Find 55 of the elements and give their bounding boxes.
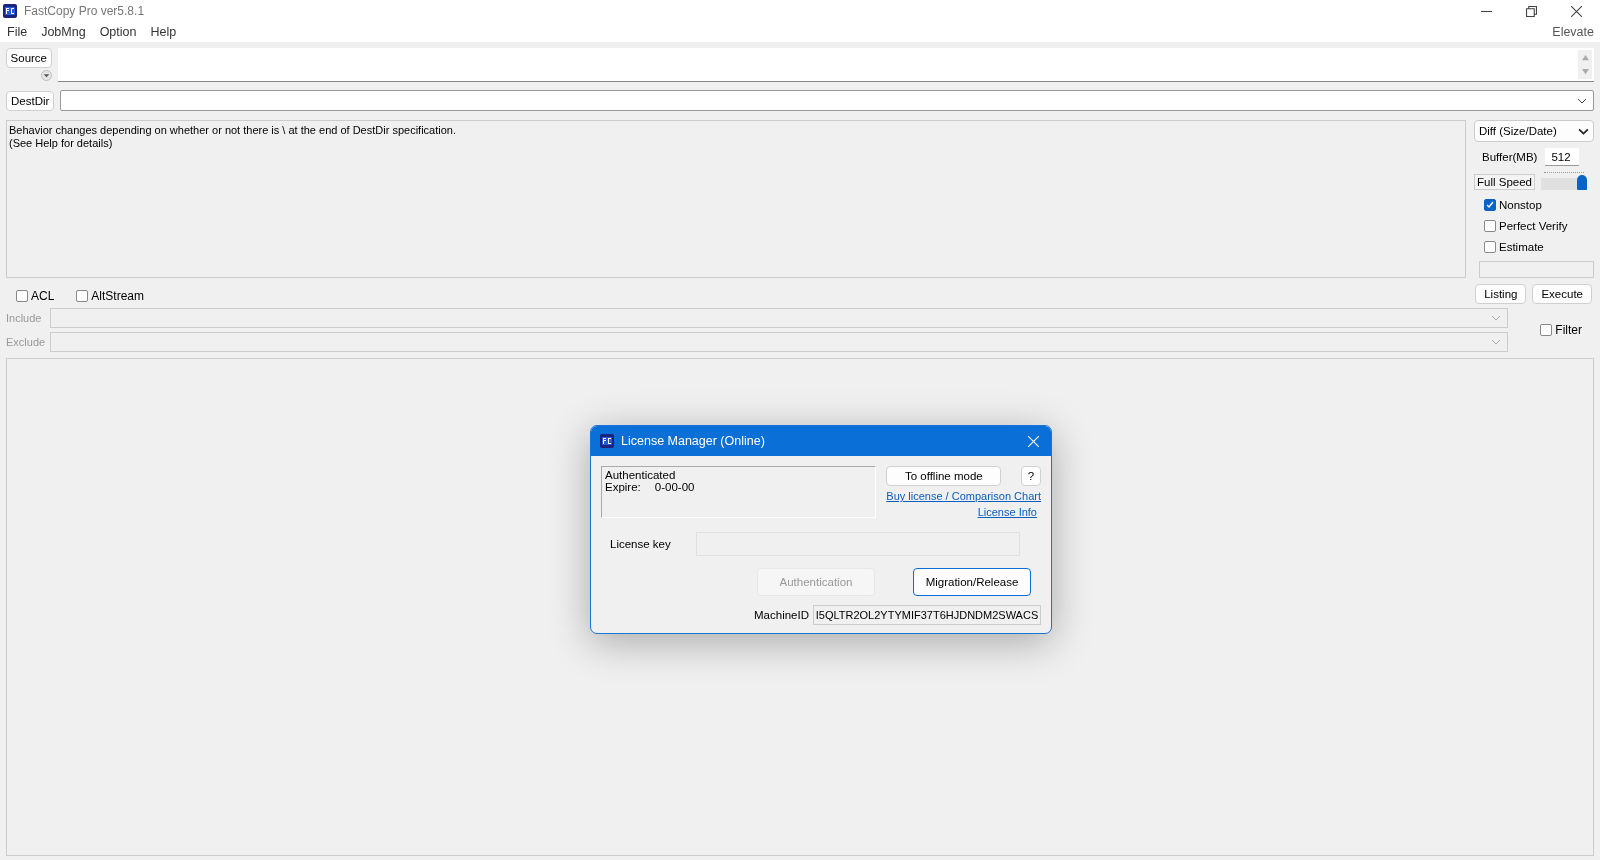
checkbox-label: Perfect Verify	[1499, 220, 1568, 233]
menu-item[interactable]: Option	[99, 25, 137, 39]
filter-label: Exclude	[6, 336, 44, 348]
source-field[interactable]	[58, 48, 1594, 82]
chevron-down-icon	[1578, 127, 1589, 135]
message-text: (See Help for details)	[9, 137, 114, 150]
checkbox[interactable]	[76, 290, 89, 302]
close-icon[interactable]	[1571, 5, 1582, 17]
dialog-button[interactable]: Migration/Release	[913, 568, 1031, 596]
buffer-field[interactable]: 512	[1545, 148, 1580, 167]
restore-icon[interactable]	[1526, 5, 1537, 17]
machine-id-field: I5QLTR2OL2YTYMIF37T6HJDNDM2SWACS	[813, 605, 1041, 625]
menu-item[interactable]: Help	[150, 25, 177, 39]
elevate-menu-item[interactable]: Elevate	[1552, 25, 1594, 39]
dropdown-icon[interactable]	[41, 70, 52, 81]
checkbox[interactable]	[1484, 199, 1496, 212]
checkbox[interactable]	[1540, 324, 1553, 336]
speed-label: Full Speed	[1474, 174, 1535, 191]
destdir-field[interactable]	[60, 90, 1594, 111]
checkbox-label: Filter	[1555, 323, 1582, 337]
chevron-down-icon	[1491, 315, 1502, 321]
app-logo-icon	[599, 433, 615, 449]
expire-value: 0-00-00	[654, 481, 695, 493]
chevron-down-icon[interactable]	[1577, 97, 1587, 104]
message-text: Behavior changes depending on whether or not there is \ at the end of DestDir specification.	[9, 124, 457, 137]
speed-slider[interactable]	[1541, 172, 1587, 191]
mode-dropdown[interactable]: Diff (Size/Date)	[1474, 120, 1594, 143]
checkbox-label: ACL	[31, 289, 55, 303]
checkbox-label: Nonstop	[1499, 199, 1542, 212]
link[interactable]: License Info	[977, 506, 1037, 518]
window-title: FastCopy Pro ver5.8.1	[24, 4, 145, 18]
scroll-up-icon[interactable]	[1580, 53, 1590, 61]
source-button[interactable]: Source	[5, 48, 52, 68]
filter-label: Include	[6, 312, 43, 324]
checkbox-label: Estimate	[1499, 241, 1544, 254]
buffer-label: Buffer(MB)	[1482, 151, 1538, 164]
checkbox[interactable]	[1484, 220, 1496, 233]
action-button[interactable]: Execute	[1532, 284, 1592, 304]
offline-mode-button[interactable]: To offline mode	[886, 466, 1002, 486]
status-text: Authenticated	[605, 469, 677, 481]
link[interactable]: Buy license / Comparison Chart	[886, 490, 1041, 502]
checkbox[interactable]	[16, 290, 28, 302]
menu-item[interactable]: JobMng	[41, 25, 86, 39]
checkbox[interactable]	[1484, 241, 1496, 254]
action-button[interactable]: Listing	[1475, 284, 1527, 304]
checkbox-label: AltStream	[91, 289, 145, 303]
menu-item[interactable]: File	[7, 25, 28, 39]
dialog-title: License Manager (Online)	[621, 434, 765, 448]
destdir-button[interactable]: DestDir	[6, 90, 55, 111]
scroll-down-icon[interactable]	[1580, 68, 1590, 76]
chevron-down-icon	[1491, 339, 1502, 345]
license-key-label: License key	[610, 538, 671, 550]
help-button[interactable]: ?	[1021, 466, 1041, 486]
machine-id-label: MachineID	[754, 609, 809, 621]
expire-label: Expire:	[605, 481, 641, 493]
